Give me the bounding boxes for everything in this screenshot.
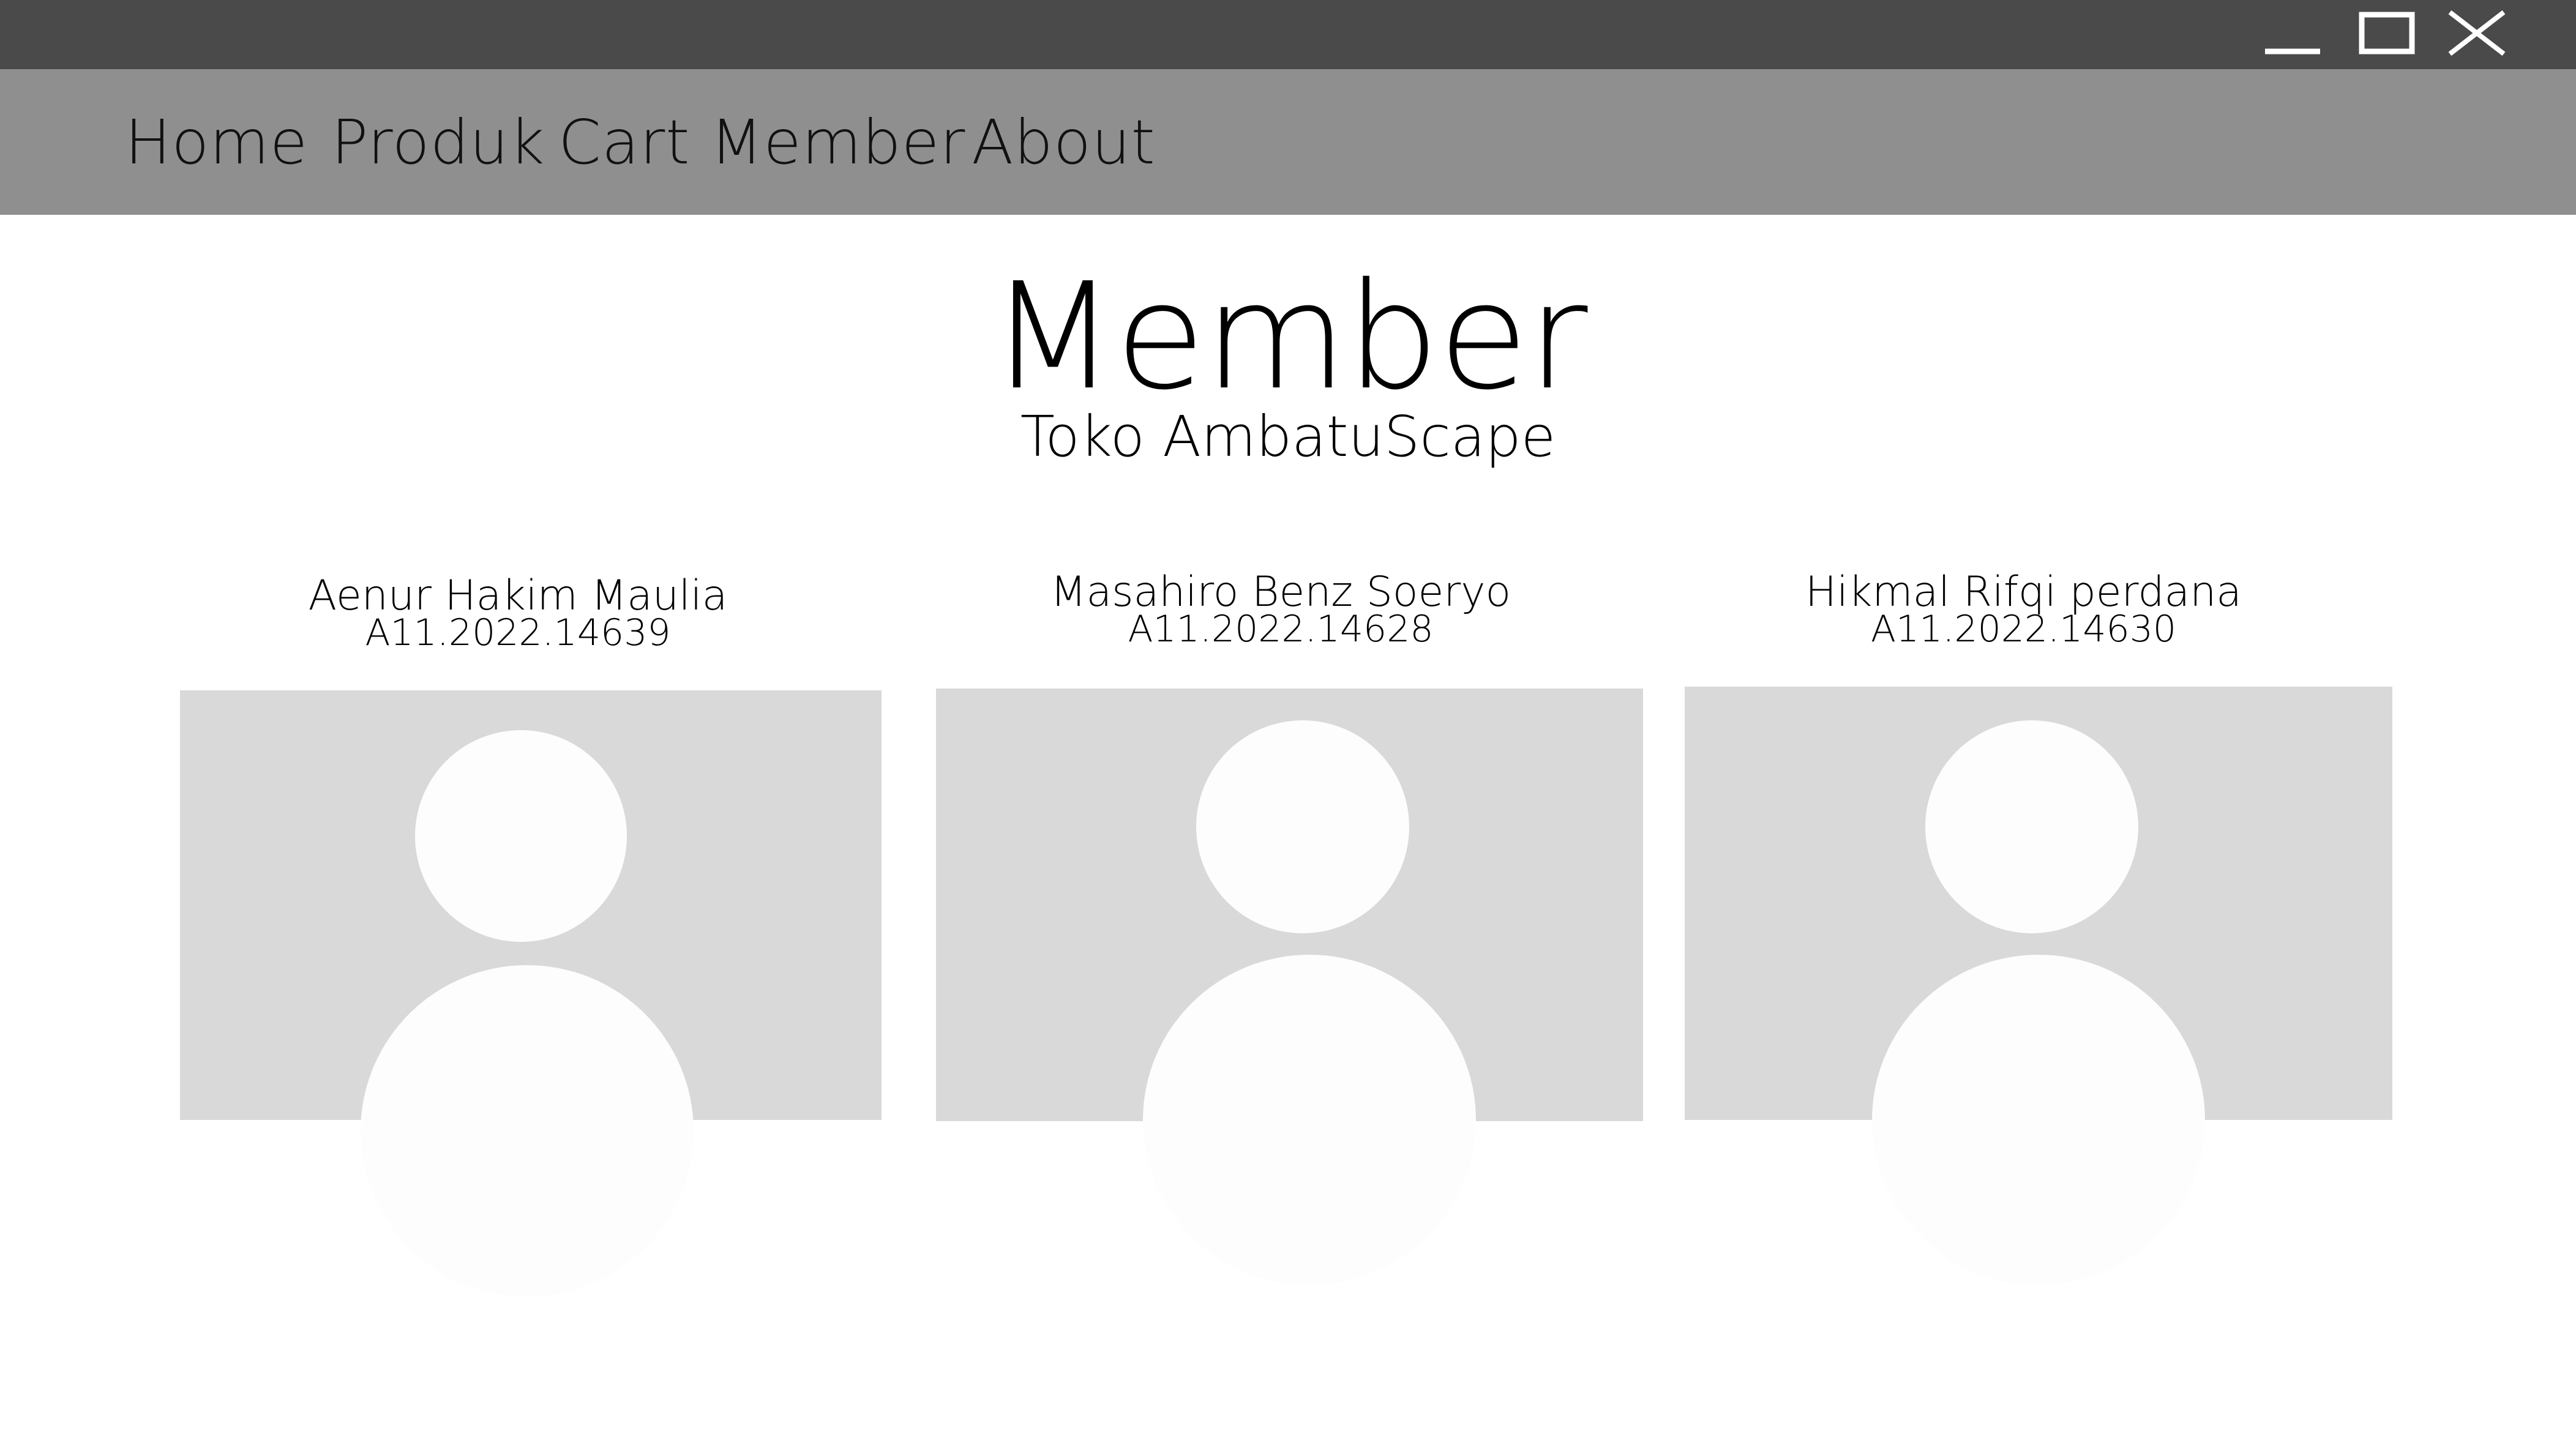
user-avatar-icon (1872, 720, 2205, 1285)
user-avatar-icon (1143, 720, 1476, 1285)
user-avatar-icon (361, 730, 694, 1297)
avatar-layer (361, 720, 2205, 1297)
